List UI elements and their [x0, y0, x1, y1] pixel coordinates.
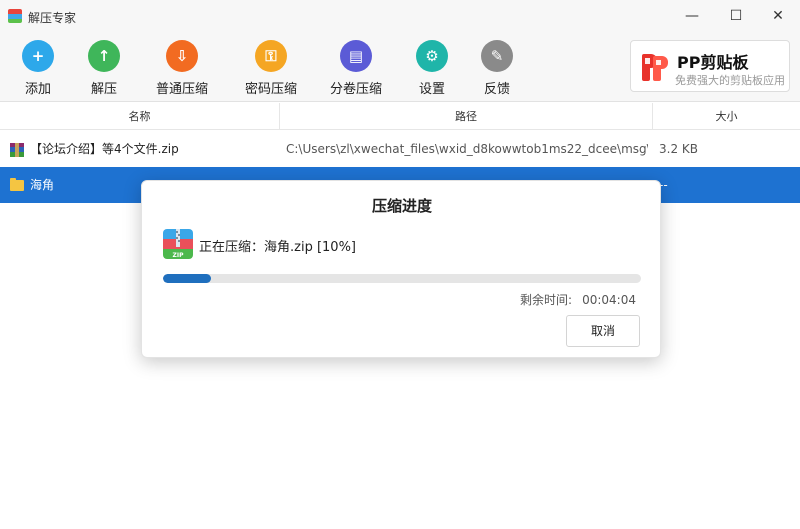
file-size: 3.2 KB — [659, 142, 698, 156]
pp-clipboard-promo[interactable]: PP剪贴板 免费强大的剪贴板应用 — [630, 40, 790, 92]
remaining-time-label: 剩余时间: — [520, 293, 573, 307]
promo-subtitle: 免费强大的剪贴板应用 — [675, 74, 785, 87]
extract-icon: ↑ — [88, 40, 120, 72]
progress-status-text: 正在压缩：海角.zip [10%] — [199, 240, 356, 255]
progress-bar — [163, 274, 641, 283]
promo-title: PP剪贴板 — [677, 53, 749, 72]
progress-bar-fill — [163, 274, 211, 283]
extract-label: 解压 — [90, 82, 117, 97]
pen-icon: ✎ — [481, 40, 513, 72]
add-label: 添加 — [24, 82, 51, 97]
split-volume-icon: ▤ — [340, 40, 372, 72]
table-row[interactable]: 【论坛介绍】等4个文件.zip C:\Users\zl\xwechat_file… — [0, 131, 800, 167]
file-name: 【论坛介绍】等4个文件.zip — [30, 142, 179, 156]
password-compress-button[interactable]: ⚿ 密码压缩 — [245, 40, 297, 97]
file-list-header: 名称 路径 大小 — [0, 103, 800, 130]
column-header-size[interactable]: 大小 — [653, 103, 800, 130]
minimize-button[interactable]: — — [672, 0, 712, 32]
close-button[interactable]: ✕ — [758, 0, 798, 32]
app-logo-icon — [8, 9, 22, 23]
maximize-button[interactable]: ☐ — [716, 0, 756, 32]
add-icon: + — [22, 40, 54, 72]
zip-badge-text: ZIP — [173, 252, 185, 259]
archive-file-icon — [10, 143, 24, 157]
normal-compress-button[interactable]: ⇩ 普通压缩 — [156, 40, 208, 97]
normal-compress-label: 普通压缩 — [156, 82, 209, 97]
remaining-time-value: 00:04:04 — [582, 293, 636, 307]
settings-button[interactable]: ⚙ 设置 — [416, 40, 448, 97]
column-header-name[interactable]: 名称 — [0, 103, 280, 130]
password-compress-label: 密码压缩 — [245, 82, 298, 97]
add-button[interactable]: + 添加 — [22, 40, 54, 97]
pp-logo-icon — [642, 54, 668, 81]
dialog-title: 压缩进度 — [371, 197, 432, 215]
settings-label: 设置 — [418, 82, 445, 97]
cancel-button[interactable]: 取消 — [566, 315, 640, 347]
remaining-time: 剩余时间: 00:04:04 — [520, 291, 636, 308]
feedback-button[interactable]: ✎ 反馈 — [481, 40, 513, 97]
compress-progress-dialog: 压缩进度 ZIP 正在压缩：海角.zip [10%] 剩余时间: 00:04:04… — [141, 180, 661, 358]
feedback-label: 反馈 — [483, 82, 510, 97]
zip-file-icon: ZIP — [163, 229, 193, 259]
file-size: -- — [659, 178, 668, 192]
title-bar: 解压专家 — ☐ ✕ — [0, 0, 800, 32]
lock-icon: ⚿ — [255, 40, 287, 72]
folder-icon — [10, 178, 24, 191]
column-header-path[interactable]: 路径 — [280, 103, 653, 130]
split-compress-label: 分卷压缩 — [330, 82, 383, 97]
split-compress-button[interactable]: ▤ 分卷压缩 — [330, 40, 382, 97]
compress-icon: ⇩ — [166, 40, 198, 72]
window-title: 解压专家 — [28, 11, 77, 25]
file-path: C:\Users\zl\xwechat_files\wxid_d8kowwtob… — [286, 142, 648, 156]
gear-icon: ⚙ — [416, 40, 448, 72]
extract-button[interactable]: ↑ 解压 — [88, 40, 120, 97]
